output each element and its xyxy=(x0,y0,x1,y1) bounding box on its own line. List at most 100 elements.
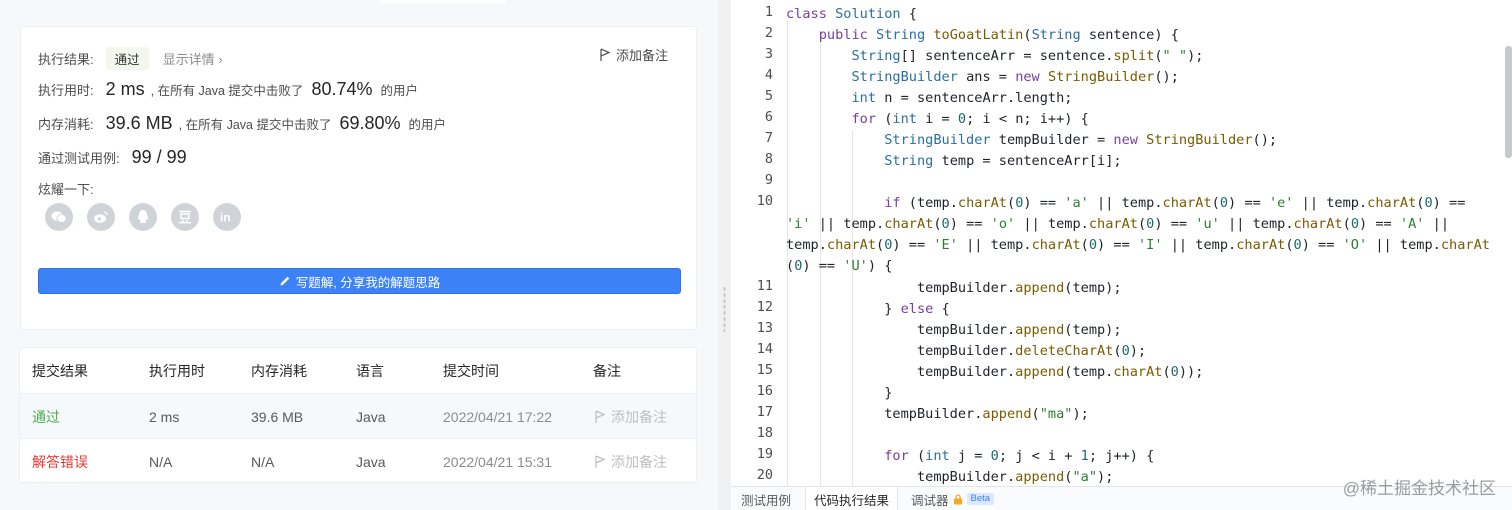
code-line: StringBuilder ans = new StringBuilder(); xyxy=(851,69,1179,85)
table-row[interactable]: 通过 2 ms 39.6 MB Java 2022/04/21 17:22 添加… xyxy=(20,393,696,438)
flag-icon xyxy=(600,47,611,61)
line-number: 2 xyxy=(764,25,773,41)
top-tab-indicator xyxy=(380,0,506,3)
submissions-table: 提交结果 执行用时 内存消耗 语言 提交时间 备注 通过 2 ms 39.6 M… xyxy=(19,347,697,483)
code-line: 'i' || temp.charAt(0) == 'o' || temp.cha… xyxy=(786,216,1450,232)
submission-language: Java xyxy=(356,408,386,425)
runtime-row: 执行用时: 2 ms , 在所有 Java 提交中击败了 80.74% 的用户 xyxy=(38,79,418,100)
beta-badge: Beta xyxy=(966,493,995,505)
code-line: (0) == 'U') { xyxy=(786,258,893,274)
result-card: 执行结果: 通过 显示详情 › 添加备注 执行用时: 2 ms , 在所有 Ja… xyxy=(20,26,697,330)
add-note-label: 添加备注 xyxy=(615,48,668,63)
add-note-button[interactable]: 添加备注 xyxy=(598,45,668,64)
line-number: 14 xyxy=(756,341,773,357)
submission-runtime: N/A xyxy=(149,453,173,470)
runtime-value: 2 ms xyxy=(105,79,145,99)
pencil-icon xyxy=(280,276,290,286)
share-row-label: 炫耀一下: xyxy=(38,179,94,198)
runtime-label: 执行用时: xyxy=(38,83,94,98)
code-line: tempBuilder.append("ma"); xyxy=(786,406,1089,422)
code-line: if (temp.charAt(0) == 'a' || temp.charAt… xyxy=(884,195,1466,211)
code-line: tempBuilder.append(temp); xyxy=(786,322,1122,338)
code-line: public String toGoatLatin(String sentenc… xyxy=(818,27,1179,43)
line-number: 15 xyxy=(756,362,773,378)
code-line: class Solution { xyxy=(786,6,917,22)
line-number: 4 xyxy=(764,67,773,83)
header-language: 语言 xyxy=(356,362,384,379)
qq-icon[interactable] xyxy=(129,203,157,231)
line-number: 1 xyxy=(764,4,773,20)
memory-value: 39.6 MB xyxy=(105,113,173,133)
lock-icon xyxy=(953,493,962,504)
memory-percent: 69.80% xyxy=(339,113,401,133)
memory-label: 内存消耗: xyxy=(38,117,94,132)
tab-run-result[interactable]: 代码执行结果 xyxy=(805,487,899,510)
memory-tail: 的用户 xyxy=(408,118,447,132)
submission-add-note[interactable]: 添加备注 xyxy=(593,394,667,439)
submission-time: 2022/04/21 17:22 xyxy=(443,408,552,425)
header-status: 提交结果 xyxy=(32,362,88,379)
flag-icon xyxy=(595,409,606,423)
share-label: 炫耀一下: xyxy=(38,182,94,197)
runtime-beat-text: , 在所有 Java 提交中击败了 xyxy=(150,84,304,98)
share-icons: in xyxy=(45,203,241,231)
code-line: for (int j = 0; j < i + 1; j++) { xyxy=(884,448,1155,464)
header-note: 备注 xyxy=(593,362,621,379)
tests-label: 通过测试用例: xyxy=(38,151,120,166)
line-number-gutter: 1 2 3 4 5 6 7 8 9 10 11 12 13 14 15 16 1… xyxy=(731,0,783,486)
code-line: tempBuilder.append("a"); xyxy=(786,469,1114,485)
wechat-icon[interactable] xyxy=(45,203,73,231)
code-line: tempBuilder.deleteCharAt(0); xyxy=(786,343,1147,359)
line-number: 5 xyxy=(764,88,773,104)
code-line: String temp = sentenceArr[i]; xyxy=(884,153,1122,169)
memory-row: 内存消耗: 39.6 MB , 在所有 Java 提交中击败了 69.80% 的… xyxy=(38,113,446,134)
code-line: } else { xyxy=(786,301,950,317)
app-root: 执行结果: 通过 显示详情 › 添加备注 执行用时: 2 ms , 在所有 Ja… xyxy=(0,0,1512,510)
line-number: 16 xyxy=(756,383,773,399)
line-number: 10 xyxy=(756,193,773,209)
code-line: } xyxy=(786,385,893,401)
write-solution-button[interactable]: 写题解, 分享我的解题思路 xyxy=(38,268,681,294)
memory-beat-text: , 在所有 Java 提交中击败了 xyxy=(178,118,332,132)
pane-splitter[interactable] xyxy=(718,0,731,510)
table-row[interactable]: 解答错误 N/A N/A Java 2022/04/21 15:31 添加备注 xyxy=(20,438,696,482)
line-number: 13 xyxy=(756,320,773,336)
code-line: tempBuilder.append(temp); xyxy=(786,280,1122,296)
tab-test-cases[interactable]: 测试用例 xyxy=(741,487,791,510)
code-line: temp.charAt(0) == 'E' || temp.charAt(0) … xyxy=(786,237,1490,253)
code-editor[interactable]: 1 2 3 4 5 6 7 8 9 10 11 12 13 14 15 16 1… xyxy=(731,0,1512,486)
write-solution-label: 写题解, 分享我的解题思路 xyxy=(295,275,441,290)
tab-debugger[interactable]: 调试器 Beta xyxy=(911,487,995,510)
svg-text:in: in xyxy=(220,211,231,223)
line-number: 8 xyxy=(764,151,773,167)
submission-time: 2022/04/21 15:31 xyxy=(443,453,552,470)
tests-value: 99 / 99 xyxy=(131,147,187,167)
submission-add-note[interactable]: 添加备注 xyxy=(593,439,667,482)
douban-icon[interactable] xyxy=(171,203,199,231)
code-line: tempBuilder.append(temp.charAt(0)); xyxy=(786,364,1204,380)
code-line: for (int i = 0; i < n; i++) { xyxy=(851,111,1089,127)
line-number: 20 xyxy=(756,467,773,483)
code-line: int n = sentenceArr.length; xyxy=(851,90,1073,106)
result-label: 执行结果: xyxy=(38,52,94,67)
line-number: 17 xyxy=(756,404,773,420)
line-number: 11 xyxy=(756,278,773,294)
flag-icon xyxy=(595,454,606,468)
table-header: 提交结果 执行用时 内存消耗 语言 提交时间 备注 xyxy=(20,348,696,393)
weibo-icon[interactable] xyxy=(87,203,115,231)
drag-handle[interactable] xyxy=(723,286,726,332)
submission-status[interactable]: 通过 xyxy=(32,394,60,439)
show-details-link[interactable]: 显示详情 › xyxy=(163,49,223,68)
runtime-percent: 80.74% xyxy=(311,79,373,99)
line-number: 9 xyxy=(764,172,773,188)
submission-runtime: 2 ms xyxy=(149,408,180,425)
submission-memory: N/A xyxy=(251,453,275,470)
linkedin-icon[interactable]: in xyxy=(213,203,241,231)
code-line: StringBuilder tempBuilder = new StringBu… xyxy=(884,132,1278,148)
submission-status[interactable]: 解答错误 xyxy=(32,439,88,482)
header-submit-time: 提交时间 xyxy=(443,362,499,379)
vertical-scrollbar[interactable] xyxy=(1505,46,1512,158)
line-number: 18 xyxy=(756,425,773,441)
